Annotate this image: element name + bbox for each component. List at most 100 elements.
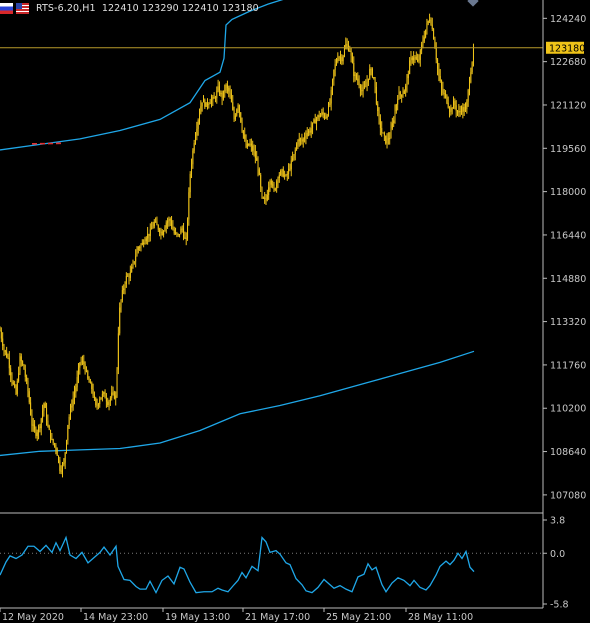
candle-body: [419, 50, 421, 60]
candle-body: [248, 143, 250, 146]
candle-body: [157, 225, 159, 230]
candle-body: [472, 48, 474, 63]
candle-body: [378, 110, 380, 119]
candle-body: [354, 74, 356, 77]
candle-body: [284, 175, 286, 177]
time-tick-label: 21 May 17:00: [245, 612, 310, 623]
candle-body: [373, 77, 375, 79]
candle-body: [466, 101, 468, 110]
candle-body: [140, 244, 142, 248]
candle-body: [139, 247, 141, 249]
candle-body: [234, 115, 236, 120]
candle-body: [19, 356, 21, 374]
candle-body: [0, 330, 2, 339]
candle-body: [177, 233, 179, 235]
candle-body: [100, 397, 102, 400]
header-high: 123290: [141, 2, 179, 14]
candle-body: [427, 20, 429, 24]
candle-body: [116, 369, 118, 396]
candle-body: [258, 169, 260, 175]
candle-body: [205, 102, 207, 107]
candle-body: [136, 249, 138, 257]
candle-body: [329, 103, 331, 106]
candle-body: [442, 88, 444, 94]
candle-body: [54, 443, 56, 446]
candle-body: [434, 38, 436, 49]
candle-body: [359, 85, 361, 91]
candle-body: [293, 154, 295, 159]
candle-body: [50, 429, 52, 440]
candle-body: [290, 160, 292, 170]
chart-canvas[interactable]: 124240 122680 121120 119560 118000 116440 1148…: [0, 0, 590, 623]
us-flag-icon: [16, 2, 29, 14]
header-close: 123180: [221, 2, 259, 14]
candle-body: [300, 138, 302, 140]
candle-body: [265, 197, 267, 201]
candle-body: [165, 222, 167, 228]
candle-body: [103, 392, 105, 394]
candle-body: [22, 361, 24, 365]
candle-body: [144, 241, 146, 245]
candle-body: [305, 135, 307, 138]
candle-body: [318, 115, 320, 118]
candle-body: [415, 56, 417, 60]
candle-body: [99, 399, 101, 405]
candle-body: [285, 175, 287, 177]
candle-body: [80, 361, 82, 363]
candle-body: [363, 86, 365, 88]
candle-body: [120, 300, 122, 308]
candle-body: [403, 90, 405, 94]
lower-band-line: [0, 350, 475, 457]
candle-body: [395, 104, 397, 111]
candle-body: [125, 275, 127, 285]
candle-body: [321, 112, 323, 115]
candle-body: [309, 130, 311, 133]
time-tick-label: 14 May 23:00: [83, 612, 148, 623]
candle-body: [222, 90, 224, 99]
candle-body: [257, 160, 259, 170]
header-timeframe: H1: [82, 2, 96, 14]
candle-body: [276, 181, 278, 189]
candle-body: [450, 108, 452, 112]
candle-body: [152, 226, 154, 229]
candle-body: [151, 228, 153, 230]
candle-body: [63, 462, 65, 465]
candle-body: [268, 187, 270, 196]
candle-body: [240, 112, 242, 122]
candle-body: [87, 371, 89, 379]
candle-body: [108, 401, 110, 406]
candle-body: [296, 144, 298, 150]
candle-body: [361, 90, 363, 92]
candle-body: [286, 174, 288, 176]
candle-body: [338, 57, 340, 59]
candle-body: [353, 62, 355, 77]
candle-body: [261, 187, 263, 198]
candle-body: [374, 77, 376, 87]
candle-body: [362, 87, 364, 92]
candle-body: [160, 231, 162, 233]
candle-body: [289, 168, 291, 170]
price-tick-label: 110200: [550, 404, 586, 415]
candle-body: [36, 432, 38, 436]
time-tick-label: 25 May 21:00: [326, 612, 391, 623]
candle-body: [129, 272, 131, 278]
candle-body: [197, 120, 199, 129]
candle-body: [288, 168, 290, 175]
candle-body: [443, 93, 445, 95]
candle-body: [405, 85, 407, 91]
candle-body: [459, 110, 461, 112]
candle-body: [137, 247, 139, 250]
candle-body: [91, 382, 93, 390]
candle-body: [85, 371, 87, 373]
price-tick-label: 108640: [550, 447, 586, 458]
candle-body: [7, 357, 9, 359]
candle-body: [381, 128, 383, 133]
candle-body: [60, 470, 62, 472]
candle-body: [445, 93, 447, 95]
candle-body: [23, 364, 25, 370]
candle-body: [169, 219, 171, 221]
candle-body: [471, 62, 473, 73]
candle-body: [332, 79, 333, 91]
candle-body: [453, 101, 455, 109]
price-tick-label: 124240: [550, 14, 586, 25]
